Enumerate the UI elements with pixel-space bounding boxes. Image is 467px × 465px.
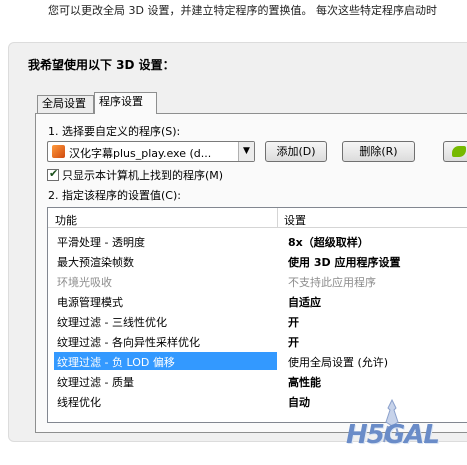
row-function: 最大预渲染帧数 <box>57 256 134 269</box>
program-icon <box>52 145 65 158</box>
row-function: 线程优化 <box>57 396 101 409</box>
column-header-setting[interactable]: 设置 <box>284 212 306 228</box>
grid-header: 功能 设置 <box>48 208 467 228</box>
delete-program-button[interactable]: 删除(R) <box>342 141 415 162</box>
row-function: 环境光吸收 <box>57 276 112 289</box>
row-function: 纹理过滤 - 各向异性采样优化 <box>57 336 200 349</box>
row-setting[interactable]: 开 <box>288 334 299 350</box>
row-setting[interactable]: 自动 <box>288 394 310 410</box>
nvidia-button[interactable] <box>443 141 467 162</box>
row-setting[interactable]: 使用全局设置 (允许) <box>288 354 388 370</box>
intro-text: 您可以更改全局 3D 设置，并建立特定程序的置换值。 每次这些特定程序启动时 <box>48 4 437 17</box>
program-select-value: 汉化字幕plus_play.exe (d... <box>69 147 212 160</box>
table-row[interactable]: 纹理过滤 - 质量 高性能 <box>48 371 467 391</box>
row-setting[interactable]: 使用 3D 应用程序设置 <box>288 254 400 270</box>
table-row-selected[interactable]: 纹理过滤 - 负 LOD 偏移 使用全局设置 (允许) <box>48 351 467 371</box>
show-found-programs-row[interactable]: ✔ 只显示本计算机上找到的程序(M) <box>47 167 223 183</box>
show-found-programs-label: 只显示本计算机上找到的程序(M) <box>62 169 224 182</box>
table-row[interactable]: 纹理过滤 - 各向异性采样优化 开 <box>48 331 467 351</box>
section-heading: 我希望使用以下 3D 设置： <box>28 58 175 72</box>
settings-grid: 功能 设置 平滑处理 - 透明度 8x（超级取样） 最大预渲染帧数 使用 3D … <box>47 207 467 423</box>
chevron-down-icon[interactable]: ▼ <box>238 142 254 161</box>
table-row[interactable]: 电源管理模式 自适应 <box>48 291 467 311</box>
row-setting: 不支持此应用程序 <box>288 276 376 289</box>
add-program-button[interactable]: 添加(D) <box>265 141 327 162</box>
row-function: 电源管理模式 <box>57 296 123 309</box>
row-setting[interactable]: 高性能 <box>288 374 321 390</box>
show-found-programs-checkbox[interactable]: ✔ <box>47 167 59 181</box>
tab-global-settings[interactable]: 全局设置 <box>37 95 94 113</box>
nvidia-logo-icon <box>452 146 466 157</box>
row-function: 平滑处理 - 透明度 <box>57 236 145 249</box>
table-row[interactable]: 平滑处理 - 透明度 8x（超级取样） <box>48 231 467 251</box>
select-program-label: 1. 选择要自定义的程序(S): <box>48 125 181 138</box>
table-row[interactable]: 最大预渲染帧数 使用 3D 应用程序设置 <box>48 251 467 271</box>
table-row[interactable]: 线程优化 自动 <box>48 391 467 411</box>
row-setting[interactable]: 开 <box>288 314 299 330</box>
column-divider[interactable] <box>277 208 278 228</box>
checkmark-icon: ✔ <box>49 167 59 180</box>
specify-settings-label: 2. 指定该程序的设置值(C): <box>48 189 181 202</box>
program-select[interactable]: 汉化字幕plus_play.exe (d... ▼ <box>47 141 255 162</box>
row-setting[interactable]: 自适应 <box>288 294 321 310</box>
tab-program-settings[interactable]: 程序设置 <box>94 92 157 114</box>
column-header-function[interactable]: 功能 <box>55 212 77 228</box>
row-function: 纹理过滤 - 负 LOD 偏移 <box>54 352 277 370</box>
table-row[interactable]: 环境光吸收 不支持此应用程序 <box>48 271 467 291</box>
row-function: 纹理过滤 - 质量 <box>57 376 134 389</box>
table-row[interactable]: 纹理过滤 - 三线性优化 开 <box>48 311 467 331</box>
row-setting[interactable]: 8x（超级取样） <box>288 234 369 250</box>
row-function: 纹理过滤 - 三线性优化 <box>57 316 167 329</box>
